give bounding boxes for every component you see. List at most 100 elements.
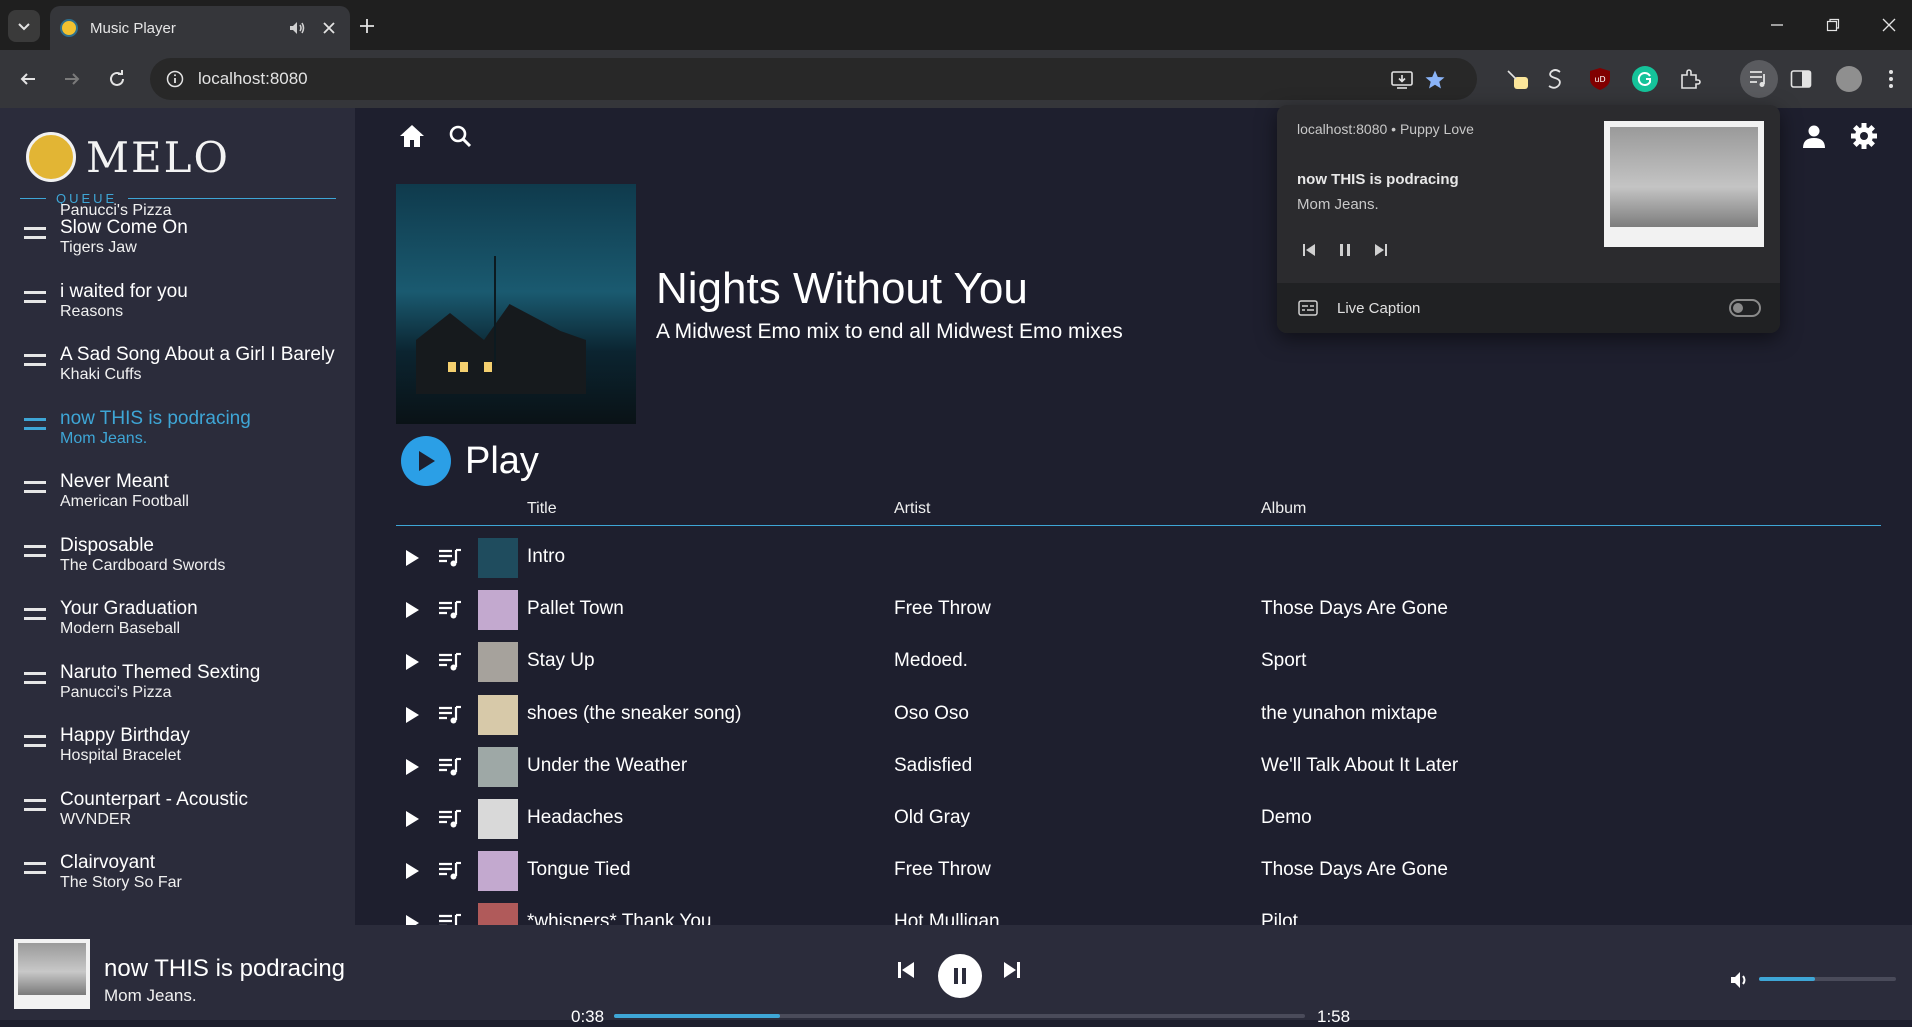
play-playlist-button[interactable]: Play xyxy=(401,436,539,486)
queue-item[interactable]: i waited for you Reasons xyxy=(0,277,355,340)
queue-item[interactable]: Naruto Themed Sexting Panucci's Pizza xyxy=(0,658,355,721)
drag-handle-icon[interactable] xyxy=(24,227,46,239)
track-album[interactable]: Those Days Are Gone xyxy=(1261,598,1448,620)
reload-button[interactable] xyxy=(101,63,133,95)
home-button[interactable] xyxy=(396,120,428,152)
drag-handle-icon[interactable] xyxy=(24,735,46,747)
drag-handle-icon[interactable] xyxy=(24,417,46,430)
play-track-button[interactable] xyxy=(398,701,426,729)
media-next-button[interactable] xyxy=(1369,238,1393,262)
track-artist[interactable]: Oso Oso xyxy=(894,703,969,725)
track-album[interactable]: Pilot xyxy=(1261,911,1298,925)
extensions-puzzle-icon[interactable] xyxy=(1677,66,1703,92)
extension-s-icon[interactable] xyxy=(1542,66,1568,92)
track-artist[interactable]: Sadisfied xyxy=(894,755,972,777)
add-to-queue-button[interactable] xyxy=(436,596,464,624)
site-info-icon[interactable] xyxy=(164,68,186,90)
browser-tab[interactable]: Music Player xyxy=(50,6,350,50)
play-track-button[interactable] xyxy=(398,805,426,833)
volume-button[interactable] xyxy=(1727,967,1753,993)
add-to-queue-button[interactable] xyxy=(436,857,464,885)
settings-button[interactable] xyxy=(1848,120,1880,152)
track-artist[interactable]: Free Throw xyxy=(894,598,991,620)
drag-handle-icon[interactable] xyxy=(24,481,46,493)
queue-item[interactable]: now THIS is podracing Mom Jeans. xyxy=(0,404,355,467)
play-track-button[interactable] xyxy=(398,596,426,624)
track-row[interactable]: Intro xyxy=(396,532,1881,584)
track-row[interactable]: shoes (the sneaker song) Oso Oso the yunah… xyxy=(396,689,1881,741)
drag-handle-icon[interactable] xyxy=(24,290,46,303)
add-to-queue-button[interactable] xyxy=(436,544,464,572)
install-app-icon[interactable] xyxy=(1390,68,1414,92)
track-album[interactable]: Those Days Are Gone xyxy=(1261,859,1448,881)
add-to-queue-button[interactable] xyxy=(436,753,464,781)
add-to-queue-button[interactable] xyxy=(436,648,464,676)
queue-item[interactable]: Happy Birthday Hospital Bracelet xyxy=(0,721,355,784)
back-button[interactable] xyxy=(12,63,44,95)
queue-item[interactable]: A Sad Song About a Girl I Barely KnewKha… xyxy=(0,340,355,403)
track-artist[interactable]: Medoed. xyxy=(894,650,968,672)
play-track-button[interactable] xyxy=(398,544,426,572)
media-controls-icon[interactable] xyxy=(1740,60,1778,98)
tab-search-button[interactable] xyxy=(8,10,40,42)
drag-handle-icon[interactable] xyxy=(24,544,46,557)
track-artist[interactable]: Old Gray xyxy=(894,807,970,829)
search-button[interactable] xyxy=(444,120,476,152)
live-caption-toggle[interactable] xyxy=(1729,299,1761,317)
track-artist[interactable]: Hot Mulligan xyxy=(894,911,1000,925)
pause-button[interactable] xyxy=(938,954,982,998)
media-pause-button[interactable] xyxy=(1333,238,1357,262)
next-track-button[interactable] xyxy=(997,955,1027,985)
track-album[interactable]: Demo xyxy=(1261,807,1312,829)
extension-notes-icon[interactable] xyxy=(1505,66,1531,92)
media-previous-button[interactable] xyxy=(1297,238,1321,262)
close-tab-icon[interactable] xyxy=(318,17,340,39)
queue-item[interactable]: Clairvoyant The Story So Far xyxy=(0,848,355,911)
bookmark-star-icon[interactable] xyxy=(1423,68,1447,92)
play-track-button[interactable] xyxy=(398,753,426,781)
close-window-button[interactable] xyxy=(1874,10,1904,40)
add-to-queue-button[interactable] xyxy=(436,909,464,925)
track-row[interactable]: Pallet Town Free Throw Those Days Are Gone xyxy=(396,584,1881,636)
volume-slider[interactable] xyxy=(1759,977,1896,981)
new-tab-button[interactable] xyxy=(353,12,381,40)
track-row[interactable]: Tongue Tied Free Throw Those Days Are Gone xyxy=(396,845,1881,897)
seek-bar[interactable] xyxy=(614,1014,1305,1018)
drag-handle-icon[interactable] xyxy=(24,354,46,366)
browser-menu-icon[interactable] xyxy=(1878,66,1904,92)
track-album[interactable]: Sport xyxy=(1261,650,1306,672)
drag-handle-icon[interactable] xyxy=(24,671,46,684)
add-to-queue-button[interactable] xyxy=(436,805,464,833)
play-track-button[interactable] xyxy=(398,909,426,925)
drag-handle-icon[interactable] xyxy=(24,862,46,874)
track-row[interactable]: *whispers* Thank You Hot Mulligan Pilot xyxy=(396,897,1881,925)
play-track-button[interactable] xyxy=(398,857,426,885)
previous-track-button[interactable] xyxy=(891,955,921,985)
queue-item[interactable]: Slow Come On Tigers Jaw xyxy=(0,213,355,276)
track-row[interactable]: Headaches Old Gray Demo xyxy=(396,793,1881,845)
track-album[interactable]: the yunahon mixtape xyxy=(1261,703,1437,725)
drag-handle-icon[interactable] xyxy=(24,798,46,811)
app-logo[interactable]: MELO xyxy=(26,132,230,182)
track-artist[interactable]: Free Throw xyxy=(894,859,991,881)
drag-handle-icon[interactable] xyxy=(24,608,46,620)
restore-button[interactable] xyxy=(1818,10,1848,40)
account-button[interactable] xyxy=(1798,120,1830,152)
track-row[interactable]: Under the Weather Sadisfied We'll Talk Abo… xyxy=(396,741,1881,793)
side-panel-icon[interactable] xyxy=(1788,66,1814,92)
minimize-button[interactable] xyxy=(1762,10,1792,40)
queue-item[interactable]: Never Meant American Football xyxy=(0,467,355,530)
queue-item[interactable]: Counterpart - Acoustic WVNDER xyxy=(0,785,355,848)
play-track-button[interactable] xyxy=(398,648,426,676)
add-to-queue-button[interactable] xyxy=(436,701,464,729)
audio-playing-icon[interactable] xyxy=(286,17,308,39)
forward-button[interactable] xyxy=(56,63,88,95)
address-bar[interactable]: localhost:8080 xyxy=(150,58,1477,100)
queue-item[interactable]: Disposable The Cardboard Swords xyxy=(0,531,355,594)
extension-ublock-icon[interactable]: uD xyxy=(1587,66,1613,92)
extension-grammarly-icon[interactable] xyxy=(1632,66,1658,92)
profile-avatar[interactable] xyxy=(1836,66,1862,92)
track-album[interactable]: We'll Talk About It Later xyxy=(1261,755,1458,777)
track-row[interactable]: Stay Up Medoed. Sport xyxy=(396,636,1881,688)
queue-item[interactable]: Your Graduation Modern Baseball xyxy=(0,594,355,657)
